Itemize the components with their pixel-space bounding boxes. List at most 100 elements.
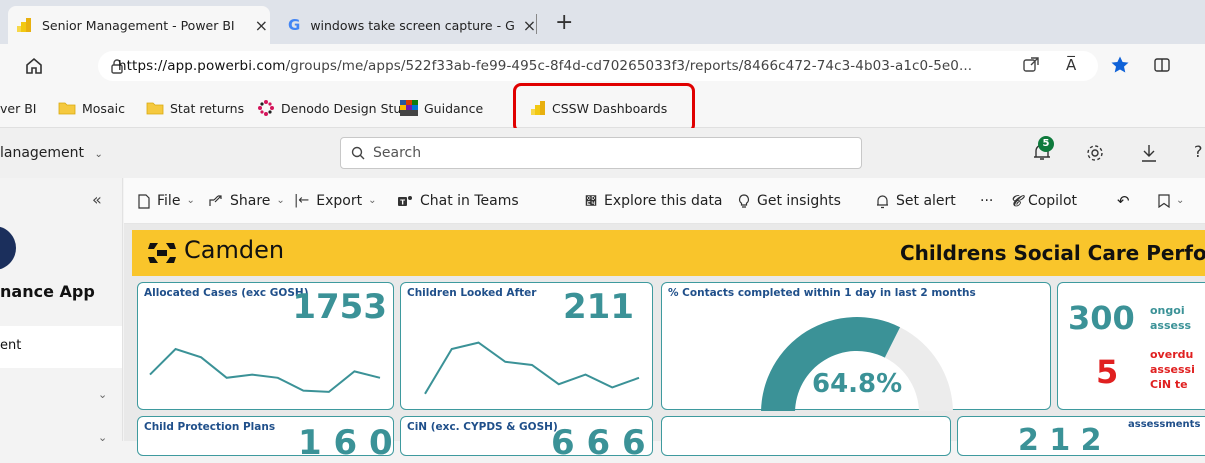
chevron-down-icon[interactable]: ⌄ xyxy=(98,431,107,444)
sparkline-series xyxy=(150,349,380,392)
close-tab-icon[interactable]: × xyxy=(255,16,268,35)
card-assessments[interactable]: 300 ongoi assess 5 overdu assessi CiN te xyxy=(1057,282,1205,410)
app-logo xyxy=(0,226,16,270)
read-aloud-text: A̅ xyxy=(1066,56,1076,74)
kpi-value: 211 xyxy=(563,287,634,327)
read-aloud-icon[interactable]: A̅ xyxy=(1066,56,1076,74)
folder-icon xyxy=(146,101,164,115)
copilot-icon: 𝒞 xyxy=(1010,178,1021,224)
chevron-down-icon: ⌄ xyxy=(95,149,103,160)
tab-divider xyxy=(536,14,537,34)
workspace-switcher[interactable]: lanagement ⌄ xyxy=(0,128,103,178)
home-icon[interactable] xyxy=(24,56,44,76)
brand-name: Camden xyxy=(184,236,284,264)
card-row2-fourth[interactable]: assessments 2 1 2 xyxy=(957,416,1205,456)
address-bar[interactable]: https://app.powerbi.com/groups/me/apps/5… xyxy=(98,51,1098,81)
close-tab-icon[interactable]: × xyxy=(523,16,536,35)
favorite-mosaic[interactable]: Mosaic xyxy=(58,97,125,119)
notification-count-badge: 5 xyxy=(1038,136,1054,152)
nav-item-label: ent xyxy=(0,338,21,353)
open-in-app-icon[interactable] xyxy=(1022,56,1040,74)
export-icon: |← xyxy=(294,178,309,224)
url-path: /groups/me/apps/522f33ab-fe99-495c-8f4d-… xyxy=(286,58,973,74)
label-line: assessi xyxy=(1150,362,1195,377)
get-insights-button[interactable]: Get insights xyxy=(738,178,841,224)
label-line: assess xyxy=(1150,318,1191,333)
card-cin[interactable]: CiN (exc. CYPDS & GOSH) 6 6 6 xyxy=(400,416,653,456)
card-child-protection-plans[interactable]: Child Protection Plans 1 6 0 xyxy=(137,416,394,456)
label-line: overdu xyxy=(1150,347,1195,362)
teams-icon: T xyxy=(397,194,413,208)
kpi-value-partial: 6 6 6 xyxy=(551,423,646,463)
kpi-ongoing-value: 300 xyxy=(1068,299,1135,337)
nav-item-selected[interactable]: ent xyxy=(0,326,122,368)
favorite-label: Stat returns xyxy=(170,101,244,116)
favorite-label: Denodo Design Stu... xyxy=(281,101,413,116)
card-title: % Contacts completed within 1 day in las… xyxy=(668,287,976,299)
search-placeholder: Search xyxy=(373,138,421,168)
explore-label: Explore this data xyxy=(604,178,723,224)
bookmark-button[interactable]: ⌄ xyxy=(1158,178,1184,224)
label-line: CiN te xyxy=(1150,377,1195,392)
lightbulb-icon xyxy=(738,194,750,209)
chevron-down-icon[interactable]: ⌄ xyxy=(98,388,107,401)
browser-tab-strip: Senior Management - Power BI × G windows… xyxy=(0,0,1205,44)
share-icon xyxy=(208,194,223,208)
card-title: Allocated Cases (exc GOSH) xyxy=(144,287,309,299)
explore-data-button[interactable]: ෤ Explore this data xyxy=(585,178,723,224)
search-input[interactable]: Search xyxy=(340,137,862,169)
file-menu-button[interactable]: File⌄ xyxy=(138,178,195,224)
new-tab-button[interactable]: + xyxy=(555,10,573,35)
chevron-down-icon: ⌄ xyxy=(368,178,376,224)
denodo-icon xyxy=(257,99,275,117)
url-host: https://app.powerbi.com xyxy=(118,58,286,74)
power-bi-icon xyxy=(16,17,32,33)
sparkline-series xyxy=(425,343,639,394)
chat-in-teams-button[interactable]: T Chat in Teams xyxy=(397,178,519,224)
power-bi-header: lanagement ⌄ Search 5 ? xyxy=(0,128,1205,178)
google-icon: G xyxy=(288,16,300,34)
undo-icon[interactable]: ↶ xyxy=(1117,178,1130,224)
favorite-denodo[interactable]: Denodo Design Stu... xyxy=(257,97,413,119)
kpi-value-partial: 1 6 0 xyxy=(298,423,393,463)
favorite-label: ver BI xyxy=(0,101,36,116)
report-banner: Camden Childrens Social Care Perfo xyxy=(132,230,1205,276)
split-screen-icon[interactable] xyxy=(1153,56,1171,74)
label-line: ongoi xyxy=(1150,303,1191,318)
camden-logo-icon xyxy=(144,239,180,267)
download-icon[interactable] xyxy=(1140,143,1158,163)
favorite-power-bi[interactable]: ver BI xyxy=(0,97,36,119)
card-contacts-completed[interactable]: % Contacts completed within 1 day in las… xyxy=(661,282,1051,410)
favorite-stat-returns[interactable]: Stat returns xyxy=(146,97,244,119)
more-options-button[interactable]: ··· xyxy=(980,178,993,224)
url-text: https://app.powerbi.com/groups/me/apps/5… xyxy=(118,51,972,81)
card-children-looked-after[interactable]: Children Looked After 211 xyxy=(400,282,653,410)
tab-screen-capture[interactable]: G windows take screen capture - G × xyxy=(280,6,530,44)
favorite-label: Guidance xyxy=(424,101,483,116)
tab-senior-management[interactable]: Senior Management - Power BI × xyxy=(8,6,270,44)
set-alert-button[interactable]: Set alert xyxy=(876,178,956,224)
favorite-star-icon[interactable] xyxy=(1110,55,1130,75)
chat-label: Chat in Teams xyxy=(420,178,519,224)
card-allocated-cases[interactable]: Allocated Cases (exc GOSH) 1753 xyxy=(137,282,394,410)
address-toolbar: https://app.powerbi.com/groups/me/apps/5… xyxy=(0,44,1205,88)
copilot-button[interactable]: 𝒞 Copilot xyxy=(1010,178,1077,224)
card-row2-third[interactable] xyxy=(661,416,951,456)
report-toolbar: File⌄ Share⌄ |← Export⌄ T Chat in Teams … xyxy=(124,178,1205,224)
collapse-nav-button[interactable]: « xyxy=(92,190,102,209)
favorite-guidance[interactable]: Guidance xyxy=(400,97,483,119)
red-highlight-annotation xyxy=(513,83,695,133)
card-title: Child Protection Plans xyxy=(144,421,275,433)
bell-icon xyxy=(876,194,889,209)
alert-label: Set alert xyxy=(896,178,956,224)
kpi-value: 1753 xyxy=(292,287,387,327)
share-button[interactable]: Share⌄ xyxy=(208,178,285,224)
help-icon[interactable]: ? xyxy=(1194,142,1203,161)
gauge-value: 64.8% xyxy=(812,369,902,399)
settings-gear-icon[interactable] xyxy=(1085,143,1105,163)
left-navigation: « nance App ent ⌄ ⌄ xyxy=(0,178,123,441)
chevron-down-icon: ⌄ xyxy=(1176,178,1184,224)
export-button[interactable]: |← Export⌄ xyxy=(294,178,377,224)
kpi-ongoing-label: ongoi assess xyxy=(1150,303,1191,333)
folder-icon xyxy=(58,101,76,115)
